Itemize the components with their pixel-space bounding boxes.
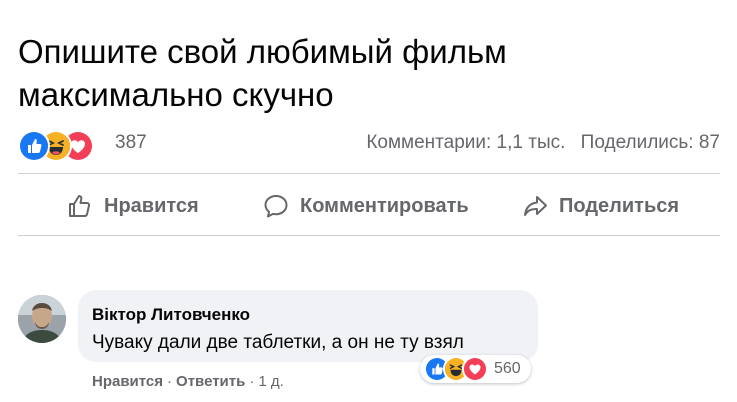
comment-like-link[interactable]: Нравится	[92, 373, 163, 390]
comment-reactions[interactable]: 560	[420, 355, 531, 383]
comment-reaction-count: 560	[494, 360, 521, 377]
comment-timestamp[interactable]: 1 д.	[258, 373, 283, 390]
reaction-count[interactable]: 387	[115, 132, 147, 154]
comment-reply-link[interactable]: Ответить	[176, 373, 245, 390]
separator-dot: ·	[249, 373, 255, 390]
comment-text: Чуваку дали две таблетки, а он не ту взя…	[92, 332, 464, 353]
post-title-line-1: Опишите свой любимый фильм	[18, 33, 507, 70]
reaction-icons[interactable]	[18, 130, 108, 162]
thumbs-up-icon	[66, 192, 94, 220]
like-button[interactable]: Нравится	[66, 184, 199, 228]
comment-author-name[interactable]: Віктор Литовченко	[92, 305, 250, 325]
comment-actions: Нравится · Ответить · 1 д.	[92, 373, 284, 390]
like-icon	[18, 130, 50, 162]
love-icon	[462, 356, 488, 382]
post-actions-bar: Нравится Комментировать Поделиться	[18, 184, 720, 228]
divider	[18, 173, 720, 174]
separator-dot: ·	[167, 373, 173, 390]
comment-icon	[262, 192, 290, 220]
avatar[interactable]	[18, 295, 66, 343]
comments-count-link[interactable]: Комментарии: 1,1 тыс.	[366, 132, 565, 153]
share-arrow-icon	[521, 192, 549, 220]
post-title: Опишите свой любимый фильм максимально с…	[18, 30, 718, 116]
post-counters: Комментарии: 1,1 тыс. Поделились: 87	[366, 132, 720, 154]
shares-count-link[interactable]: Поделились: 87	[581, 132, 720, 153]
share-button[interactable]: Поделиться	[521, 184, 679, 228]
comment-button-label: Комментировать	[300, 194, 469, 217]
post-stats: 387 Комментарии: 1,1 тыс. Поделились: 87	[18, 126, 720, 162]
post-title-line-2: максимально скучно	[18, 76, 334, 113]
divider	[18, 235, 720, 236]
share-button-label: Поделиться	[559, 194, 680, 217]
comment-button[interactable]: Комментировать	[262, 184, 469, 228]
like-button-label: Нравится	[104, 194, 199, 217]
comment-bubble: Віктор Литовченко Чуваку дали две таблет…	[78, 290, 538, 362]
